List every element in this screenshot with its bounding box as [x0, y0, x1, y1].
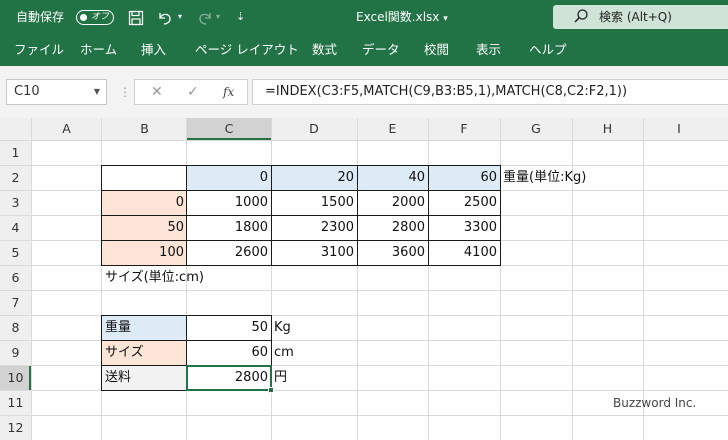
file-name-text: Excel関数.xlsx [356, 10, 440, 24]
autosave-toggle[interactable]: オフ [76, 10, 114, 25]
row-header-1[interactable]: 1 [0, 140, 31, 165]
cell-c10[interactable]: 2800 [187, 365, 271, 390]
cell-f2[interactable]: 60 [428, 165, 500, 190]
col-header-a[interactable]: A [31, 118, 102, 140]
name-box-value: C10 [14, 84, 40, 99]
autosave-label: 自動保存 [16, 10, 65, 24]
formula-bar-grip-icon[interactable]: ⋮ [119, 84, 131, 100]
worksheet-grid[interactable]: A B C D E F G H I 1 2 3 4 5 6 7 8 9 10 1… [0, 118, 728, 440]
cell-f3[interactable]: 2500 [428, 190, 500, 215]
formula-text: =INDEX(C3:F5,MATCH(C9,B3:B5,1),MATCH(C8,… [265, 84, 628, 99]
tab-insert[interactable]: 挿入 [141, 34, 166, 66]
tab-help[interactable]: ヘルプ [529, 34, 567, 66]
col-header-h[interactable]: H [572, 118, 643, 140]
cell-b9[interactable]: サイズ [102, 340, 187, 365]
cell-d3[interactable]: 1500 [271, 190, 357, 215]
tab-home[interactable]: ホーム [80, 34, 117, 66]
formula-input[interactable]: =INDEX(C3:F5,MATCH(C9,B3:B5,1),MATCH(C8,… [252, 79, 728, 105]
col-header-i[interactable]: I [643, 118, 715, 140]
cell-b8[interactable]: 重量 [102, 315, 187, 340]
col-header-e[interactable]: E [357, 118, 428, 140]
cell-e5[interactable]: 3600 [357, 240, 428, 265]
col-header-b[interactable]: B [102, 118, 187, 140]
cell-d9[interactable]: cm [271, 340, 297, 365]
cell-d5[interactable]: 3100 [271, 240, 357, 265]
cell-b5[interactable]: 100 [102, 240, 187, 265]
row-header-10[interactable]: 10 [0, 365, 31, 390]
formula-buttons: ✕ ✓ fx [134, 79, 248, 105]
row-header-3[interactable]: 3 [0, 190, 31, 215]
col-header-f[interactable]: F [428, 118, 500, 140]
cell-d10[interactable]: 円 [271, 365, 290, 390]
cell-e3[interactable]: 2000 [357, 190, 428, 215]
cell-c5[interactable]: 2600 [187, 240, 271, 265]
col-header-d[interactable]: D [271, 118, 357, 140]
cell-b10[interactable]: 送料 [102, 365, 187, 390]
undo-icon[interactable] [156, 0, 174, 34]
formula-bar-area: C10 ▼ ⋮ ✕ ✓ fx =INDEX(C3:F5,MATCH(C9,B3:… [0, 66, 728, 118]
cell-c9[interactable]: 60 [187, 340, 271, 365]
cell-g2[interactable]: 重量(単位:Kg) [500, 165, 589, 190]
row-header-5[interactable]: 5 [0, 240, 31, 265]
tab-file[interactable]: ファイル [14, 34, 64, 66]
cell-c3[interactable]: 1000 [187, 190, 271, 215]
save-icon[interactable] [128, 0, 144, 34]
title-bar: 自動保存 オフ ▾ ▾ ⇣ Excel関数.xlsx ▾ 検索 (Alt+Q) [0, 0, 728, 34]
tab-view[interactable]: 表示 [476, 34, 501, 66]
customize-toolbar-icon[interactable]: ⇣ [236, 0, 245, 34]
cell-e4[interactable]: 2800 [357, 215, 428, 240]
cell-b3[interactable]: 0 [102, 190, 187, 215]
cell-b4[interactable]: 50 [102, 215, 187, 240]
insert-function-icon[interactable]: fx [223, 80, 234, 104]
watermark: Buzzword Inc. [613, 396, 697, 410]
redo-icon[interactable] [196, 0, 214, 34]
search-placeholder: 検索 (Alt+Q) [599, 10, 672, 24]
row-header-12[interactable]: 12 [0, 415, 31, 440]
cell-b6[interactable]: サイズ(単位:cm) [102, 265, 207, 290]
cell-f5[interactable]: 4100 [428, 240, 500, 265]
enter-icon[interactable]: ✓ [187, 80, 199, 104]
tab-data[interactable]: データ [362, 34, 400, 66]
search-icon [573, 8, 589, 27]
tab-review[interactable]: 校閲 [424, 34, 449, 66]
search-box[interactable]: 検索 (Alt+Q) [553, 5, 728, 29]
ribbon-tabs: ファイル ホーム 挿入 ページ レイアウト 数式 データ 校閲 表示 ヘルプ [0, 34, 728, 66]
row-header-4[interactable]: 4 [0, 215, 31, 240]
file-dropdown-icon: ▾ [443, 14, 448, 24]
row-header-6[interactable]: 6 [0, 265, 31, 290]
cell-f4[interactable]: 3300 [428, 215, 500, 240]
autosave-state: オフ [91, 12, 110, 22]
cell-e2[interactable]: 40 [357, 165, 428, 190]
cell-c8[interactable]: 50 [187, 315, 271, 340]
cell-c4[interactable]: 1800 [187, 215, 271, 240]
toggle-knob [80, 14, 87, 21]
col-header-g[interactable]: G [500, 118, 572, 140]
file-name[interactable]: Excel関数.xlsx ▾ [356, 0, 448, 34]
redo-dropdown-icon[interactable]: ▾ [216, 0, 220, 34]
name-box[interactable]: C10 ▼ [6, 79, 107, 105]
cell-d8[interactable]: Kg [271, 315, 294, 340]
row-header-8[interactable]: 8 [0, 315, 31, 340]
row-header-11[interactable]: 11 [0, 390, 31, 415]
row-header-7[interactable]: 7 [0, 290, 31, 315]
tab-formulas[interactable]: 数式 [312, 34, 337, 66]
cancel-icon[interactable]: ✕ [151, 80, 163, 104]
row-header-2[interactable]: 2 [0, 165, 31, 190]
undo-dropdown-icon[interactable]: ▾ [178, 0, 182, 34]
row-header-9[interactable]: 9 [0, 340, 31, 365]
cell-c2[interactable]: 0 [187, 165, 271, 190]
cell-d2[interactable]: 20 [271, 165, 357, 190]
col-header-c[interactable]: C [187, 118, 271, 140]
name-box-dropdown-icon[interactable]: ▼ [94, 80, 100, 104]
cell-d4[interactable]: 2300 [271, 215, 357, 240]
tab-page-layout[interactable]: ページ レイアウト [195, 34, 299, 66]
